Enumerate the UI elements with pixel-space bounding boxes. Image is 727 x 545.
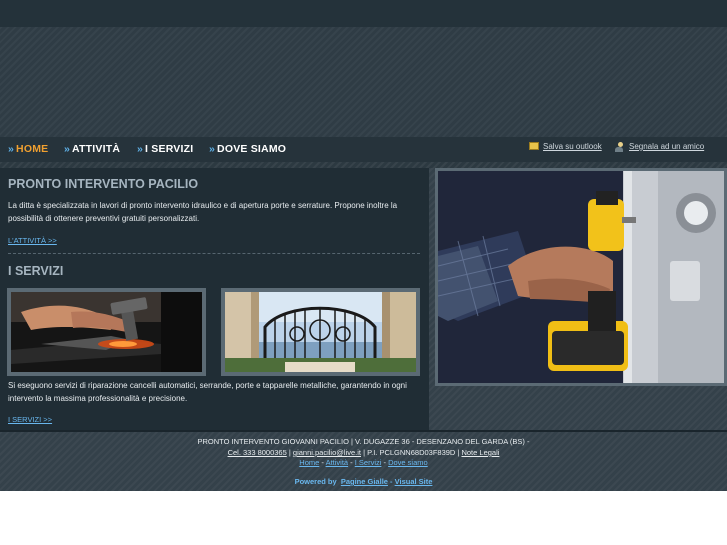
footer-powered: Powered by Pagine Gialle - Visual Site xyxy=(0,477,727,486)
email-link[interactable]: gianni.pacilio@live.it xyxy=(293,448,361,457)
services-title: I SERVIZI xyxy=(8,264,64,278)
intro-text: La ditta è specializzata in lavori di pr… xyxy=(8,201,398,223)
nav-label: I SERVIZI xyxy=(145,143,194,155)
footer-nav-servizi[interactable]: I Servizi xyxy=(355,458,382,467)
footer-nav-attivita[interactable]: Attività xyxy=(326,458,349,467)
footer-vat: | P.I. PCLGNN68D03F839D | xyxy=(360,448,462,457)
nav-attivita[interactable]: » ATTIVITÀ xyxy=(64,143,120,157)
footer-nav-sep: - xyxy=(348,458,355,467)
header-banner xyxy=(0,27,727,137)
nav-servizi[interactable]: » I SERVIZI xyxy=(137,143,193,157)
page: » HOME » ATTIVITÀ » I SERVIZI » DOVE SIAMO S… xyxy=(0,0,727,545)
servizi-more-link[interactable]: I SERVIZI >> xyxy=(8,415,52,424)
tell-friend-link[interactable]: Segnala ad un amico xyxy=(615,142,705,152)
nav-label: DOVE SIAMO xyxy=(217,143,287,155)
nav-arrow-icon: » xyxy=(137,143,144,155)
intro-title: PRONTO INTERVENTO PACILIO xyxy=(8,177,199,191)
hero-photo-frame xyxy=(435,168,727,386)
footer-nav-home[interactable]: Home xyxy=(299,458,319,467)
nav-label: ATTIVITÀ xyxy=(72,143,121,155)
save-outlook-label: Salva su outlook xyxy=(543,142,602,151)
services-text: Si eseguono servizi di riparazione cance… xyxy=(8,381,407,403)
nav-home[interactable]: » HOME xyxy=(8,143,48,157)
tell-friend-label: Segnala ad un amico xyxy=(629,142,705,151)
footer-address: PRONTO INTERVENTO GIOVANNI PACILIO | V. … xyxy=(197,437,530,446)
phone-link[interactable]: Cel. 333 8000365 xyxy=(228,448,287,457)
nav-arrow-icon: » xyxy=(64,143,71,155)
top-bar xyxy=(0,0,727,27)
nav-arrow-icon: » xyxy=(209,143,216,155)
nav-arrow-icon: » xyxy=(8,143,15,155)
hammer-anvil-photo xyxy=(11,292,202,372)
save-outlook-link[interactable]: Salva su outlook xyxy=(529,142,602,151)
service-photo-gate[interactable] xyxy=(221,288,420,376)
footer-contacts: Cel. 333 8000365 | gianni.pacilio@live.i… xyxy=(0,448,727,457)
legal-notes-link[interactable]: Note Legali xyxy=(461,448,499,457)
friend-icon xyxy=(615,142,625,152)
gate-photo xyxy=(225,292,416,372)
visual-site-link[interactable]: Visual Site xyxy=(395,477,433,486)
nav-label: HOME xyxy=(16,143,49,155)
attivita-more-link[interactable]: L'ATTIVITÀ >> xyxy=(8,236,57,245)
pagine-gialle-link[interactable]: Pagine Gialle xyxy=(341,477,388,486)
section-divider xyxy=(8,253,420,254)
outlook-icon xyxy=(529,142,539,150)
footer-nav-dove-siamo[interactable]: Dove siamo xyxy=(388,458,428,467)
main-nav: » HOME » ATTIVITÀ » I SERVIZI » DOVE SIAMO S… xyxy=(0,137,727,162)
drill-photo xyxy=(438,171,724,383)
powered-separator: - xyxy=(387,477,395,486)
powered-label: Powered by xyxy=(294,477,337,486)
footer-nav: Home - Attività - I Servizi - Dove siamo xyxy=(0,458,727,467)
nav-dove-siamo[interactable]: » DOVE SIAMO xyxy=(209,143,286,157)
service-photo-hammer[interactable] xyxy=(7,288,206,376)
footer: PRONTO INTERVENTO GIOVANNI PACILIO | V. … xyxy=(0,430,727,491)
